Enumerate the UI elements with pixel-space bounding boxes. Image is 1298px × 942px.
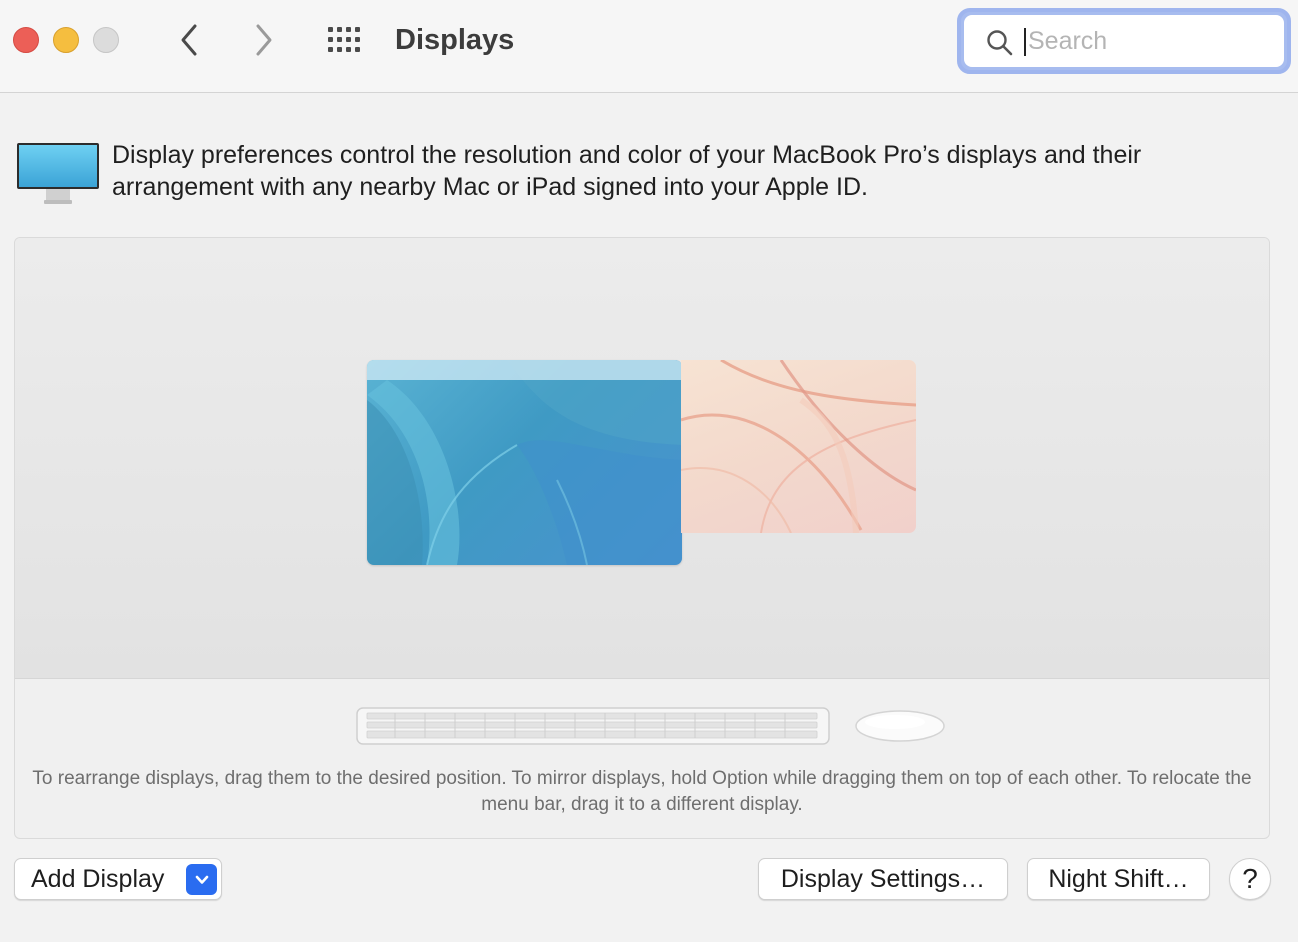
night-shift-button[interactable]: Night Shift… xyxy=(1027,858,1210,900)
text-caret xyxy=(1024,28,1026,56)
minimize-button[interactable] xyxy=(53,27,79,53)
description-text: Display preferences control the resoluti… xyxy=(112,141,1142,201)
peach-wallpaper xyxy=(681,360,916,533)
help-button[interactable]: ? xyxy=(1229,858,1271,900)
title-bar: Displays xyxy=(0,0,1298,93)
arrangement-hint: To rearrange displays, drag them to the … xyxy=(32,768,1252,815)
dropdown-arrow xyxy=(186,864,217,895)
grid-icon xyxy=(328,27,360,52)
keyboard-icon xyxy=(356,707,830,745)
search-field[interactable] xyxy=(957,8,1291,74)
window-title: Displays xyxy=(395,24,515,56)
forward-button[interactable] xyxy=(247,22,281,58)
secondary-display-thumbnail[interactable] xyxy=(681,360,916,533)
chevron-down-icon xyxy=(195,875,208,884)
close-button[interactable] xyxy=(13,27,39,53)
add-display-label: Add Display xyxy=(31,864,165,893)
zoom-button[interactable] xyxy=(93,27,119,53)
display-arrangement-area xyxy=(15,238,1269,679)
chevron-left-icon xyxy=(181,24,197,56)
search-icon xyxy=(987,30,1013,56)
chevron-right-icon xyxy=(256,24,272,56)
display-icon xyxy=(17,143,99,204)
display-settings-button[interactable]: Display Settings… xyxy=(758,858,1008,900)
show-all-button[interactable] xyxy=(325,24,365,56)
back-button[interactable] xyxy=(172,22,206,58)
add-display-button[interactable]: Add Display xyxy=(14,858,222,900)
mouse-icon xyxy=(855,710,945,742)
search-input[interactable] xyxy=(1028,23,1268,59)
main-display-thumbnail[interactable] xyxy=(367,360,682,565)
blue-wallpaper xyxy=(367,360,682,565)
peripherals xyxy=(356,707,945,745)
menu-bar-indicator[interactable] xyxy=(367,360,682,380)
arrangement-panel: To rearrange displays, drag them to the … xyxy=(14,237,1270,839)
